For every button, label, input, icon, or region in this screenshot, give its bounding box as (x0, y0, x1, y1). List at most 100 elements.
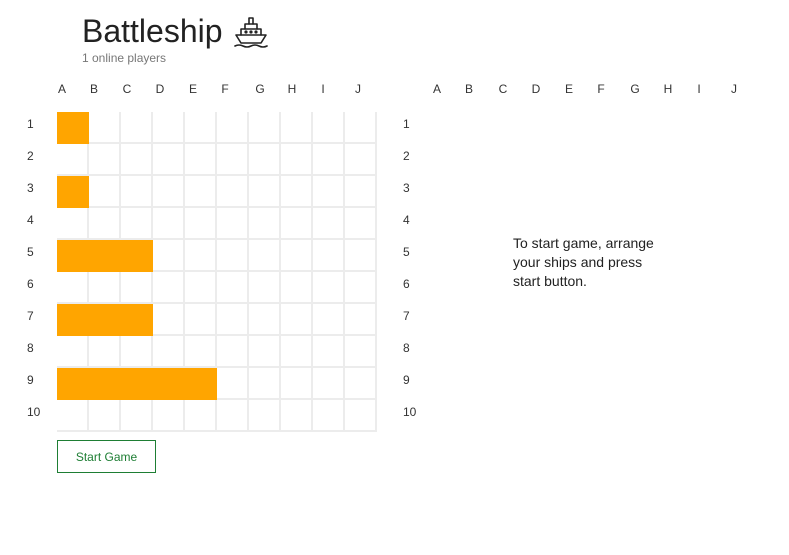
board-cell[interactable] (153, 144, 185, 176)
board-cell[interactable] (89, 208, 121, 240)
board-cell[interactable] (249, 304, 281, 336)
ship-cell[interactable] (185, 368, 217, 400)
ship-cell[interactable] (57, 112, 89, 144)
board-cell[interactable] (345, 272, 377, 304)
board-cell[interactable] (89, 336, 121, 368)
board-cell[interactable] (281, 400, 313, 432)
board-cell[interactable] (249, 176, 281, 208)
board-cell[interactable] (121, 208, 153, 240)
board-cell[interactable] (89, 176, 121, 208)
board-cell[interactable] (185, 400, 217, 432)
board-cell[interactable] (153, 176, 185, 208)
board-cell[interactable] (281, 368, 313, 400)
board-cell[interactable] (217, 368, 249, 400)
board-cell[interactable] (185, 304, 217, 336)
board-cell[interactable] (281, 176, 313, 208)
board-cell[interactable] (121, 400, 153, 432)
board-cell[interactable] (249, 144, 281, 176)
board-cell[interactable] (249, 272, 281, 304)
board-cell[interactable] (217, 240, 249, 272)
board-cell[interactable] (57, 208, 89, 240)
ship-cell[interactable] (57, 176, 89, 208)
board-cell[interactable] (345, 368, 377, 400)
board-cell[interactable] (89, 112, 121, 144)
board-cell[interactable] (121, 176, 153, 208)
board-cell[interactable] (313, 304, 345, 336)
board-cell[interactable] (345, 400, 377, 432)
board-cell[interactable] (217, 304, 249, 336)
board-cell[interactable] (57, 400, 89, 432)
board-cell[interactable] (153, 240, 185, 272)
board-cell[interactable] (249, 400, 281, 432)
board-cell[interactable] (217, 176, 249, 208)
board-cell[interactable] (313, 336, 345, 368)
board-cell[interactable] (313, 368, 345, 400)
board-cell[interactable] (185, 208, 217, 240)
board-cell[interactable] (153, 112, 185, 144)
ship-cell[interactable] (57, 240, 89, 272)
board-cell[interactable] (57, 272, 89, 304)
board-cell[interactable] (249, 368, 281, 400)
ship-cell[interactable] (89, 304, 121, 336)
board-cell[interactable] (249, 208, 281, 240)
board-cell[interactable] (89, 400, 121, 432)
board-cell[interactable] (313, 400, 345, 432)
board-cell[interactable] (249, 336, 281, 368)
ship-cell[interactable] (153, 368, 185, 400)
board-cell[interactable] (345, 144, 377, 176)
ship-cell[interactable] (121, 304, 153, 336)
board-cell[interactable] (217, 400, 249, 432)
board-cell[interactable] (121, 272, 153, 304)
board-cell[interactable] (153, 400, 185, 432)
board-cell[interactable] (185, 240, 217, 272)
board-cell[interactable] (281, 272, 313, 304)
board-cell[interactable] (281, 144, 313, 176)
start-game-button[interactable]: Start Game (57, 440, 156, 473)
board-cell[interactable] (217, 112, 249, 144)
board-cell[interactable] (249, 112, 281, 144)
board-cell[interactable] (345, 176, 377, 208)
board-cell[interactable] (281, 112, 313, 144)
board-cell[interactable] (153, 272, 185, 304)
board-cell[interactable] (345, 112, 377, 144)
board-cell[interactable] (313, 144, 345, 176)
board-cell[interactable] (121, 112, 153, 144)
board-cell[interactable] (153, 304, 185, 336)
board-cell[interactable] (185, 176, 217, 208)
ship-cell[interactable] (121, 240, 153, 272)
board-cell[interactable] (217, 336, 249, 368)
board-cell[interactable] (89, 144, 121, 176)
board-cell[interactable] (313, 176, 345, 208)
board-cell[interactable] (185, 336, 217, 368)
board-cell[interactable] (281, 304, 313, 336)
board-cell[interactable] (153, 336, 185, 368)
board-cell[interactable] (153, 208, 185, 240)
board-cell[interactable] (217, 208, 249, 240)
board-cell[interactable] (217, 272, 249, 304)
board-cell[interactable] (89, 272, 121, 304)
ship-cell[interactable] (57, 304, 89, 336)
board-cell[interactable] (313, 112, 345, 144)
ship-cell[interactable] (89, 368, 121, 400)
board-cell[interactable] (345, 240, 377, 272)
board-cell[interactable] (121, 336, 153, 368)
board-cell[interactable] (345, 304, 377, 336)
board-cell[interactable] (185, 144, 217, 176)
board-cell[interactable] (57, 144, 89, 176)
board-cell[interactable] (57, 336, 89, 368)
ship-cell[interactable] (57, 368, 89, 400)
board-cell[interactable] (217, 144, 249, 176)
board-cell[interactable] (249, 240, 281, 272)
board-cell[interactable] (313, 208, 345, 240)
ship-cell[interactable] (121, 368, 153, 400)
board-cell[interactable] (185, 112, 217, 144)
board-cell[interactable] (121, 144, 153, 176)
board-cell[interactable] (345, 208, 377, 240)
board-cell[interactable] (281, 240, 313, 272)
board-cell[interactable] (313, 272, 345, 304)
board-cell[interactable] (281, 336, 313, 368)
board-cell[interactable] (313, 240, 345, 272)
player-board[interactable] (57, 112, 377, 432)
board-cell[interactable] (185, 272, 217, 304)
board-cell[interactable] (281, 208, 313, 240)
